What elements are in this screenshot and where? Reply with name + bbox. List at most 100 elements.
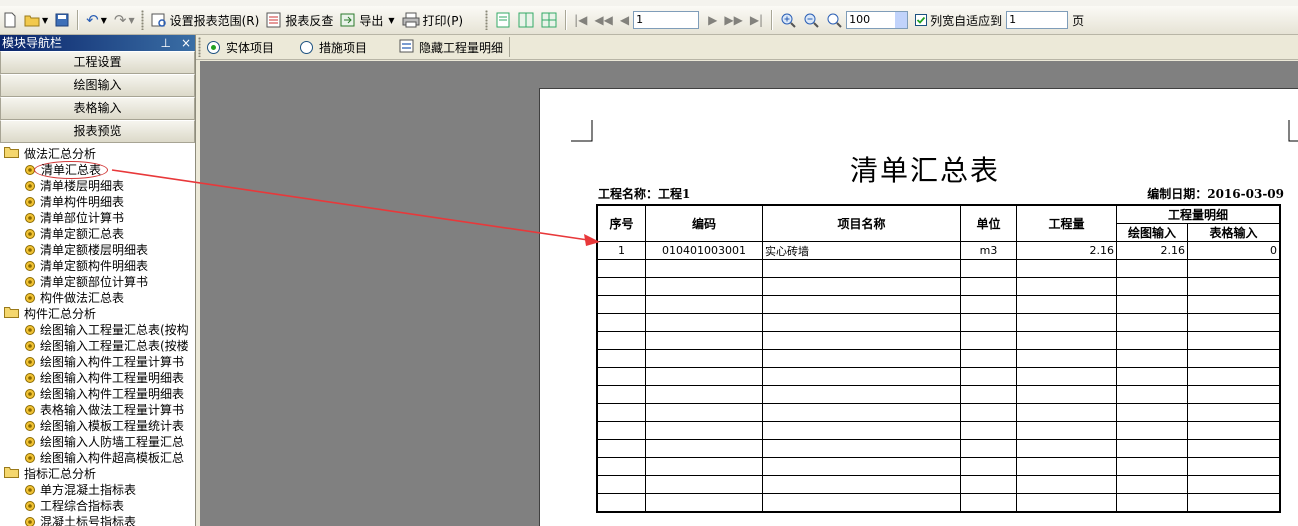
- tree-item[interactable]: 绘图输入工程量汇总表(按构: [0, 322, 195, 338]
- cell-code: [645, 259, 763, 278]
- printer-icon: [402, 12, 420, 28]
- save-button[interactable]: [52, 9, 72, 31]
- tree-item[interactable]: 清单定额汇总表: [0, 226, 195, 242]
- print-button[interactable]: 打印(P): [399, 9, 467, 31]
- report-item-icon: [24, 516, 36, 526]
- zoom-out-button[interactable]: [800, 9, 822, 31]
- tree-item[interactable]: 构件做法汇总表: [0, 290, 195, 306]
- set-range-label: 设置报表范围(R): [169, 13, 260, 28]
- set-range-button[interactable]: 设置报表范围(R): [148, 9, 263, 31]
- cell-name: [762, 385, 961, 404]
- folder-icon: [4, 466, 19, 482]
- undo-button[interactable]: ↶ ▼: [83, 9, 110, 31]
- measure-items-radio[interactable]: 措施项目: [300, 39, 367, 56]
- tree-item[interactable]: 绘图输入构件工程量明细表: [0, 370, 195, 386]
- single-page-button[interactable]: [492, 9, 514, 31]
- table-row: [596, 403, 1281, 422]
- tree-item[interactable]: 绘图输入人防墙工程量汇总: [0, 434, 195, 450]
- toolbar-grip[interactable]: [485, 10, 489, 30]
- hide-detail-icon: [399, 38, 415, 57]
- tree-item[interactable]: 清单定额构件明细表: [0, 258, 195, 274]
- fit-column-label: 列宽自适应到: [930, 13, 1003, 28]
- tree-item[interactable]: 清单汇总表: [0, 161, 195, 179]
- report-tree: 做法汇总分析 清单汇总表 清单楼层明细表 清单构件明细表 清单部位计算书 清单定额汇总表清…: [0, 143, 195, 526]
- nav-drawing-input[interactable]: 绘图输入: [0, 74, 195, 97]
- nav-title-bar: 模块导航栏 ⊥ ×: [0, 35, 195, 51]
- chevron-down-icon[interactable]: [895, 12, 908, 28]
- tree-item[interactable]: 绘图输入模板工程量统计表: [0, 418, 195, 434]
- tree-folder[interactable]: 做法汇总分析: [0, 146, 195, 162]
- tree-item[interactable]: 单方混凝土指标表: [0, 482, 195, 498]
- cell-code: [645, 313, 763, 332]
- header-code: 编码: [645, 204, 763, 242]
- page-number-input[interactable]: 1: [633, 11, 700, 29]
- zoom-button[interactable]: [823, 9, 845, 31]
- tree-item[interactable]: 清单定额部位计算书: [0, 274, 195, 290]
- header-name: 项目名称: [762, 204, 961, 242]
- cell-qty: [1016, 331, 1117, 350]
- cell-seq: [596, 457, 646, 476]
- cell-qty: [1016, 403, 1117, 422]
- range-icon: [151, 12, 167, 28]
- zoom-select[interactable]: 100: [846, 11, 909, 29]
- cell-code: 010401003001: [645, 241, 763, 260]
- next-fast-button[interactable]: ▶▶: [721, 9, 745, 31]
- hide-detail-button[interactable]: 隐藏工程量明细: [399, 38, 503, 57]
- fit-column-checkbox[interactable]: 列宽自适应到: [912, 9, 1005, 31]
- cell-draw-input: [1116, 277, 1188, 296]
- cell-table-input: [1187, 403, 1281, 422]
- cell-draw-input: [1116, 259, 1188, 278]
- redo-button[interactable]: ↷ ▼: [111, 9, 138, 31]
- tree-item[interactable]: 绘图输入构件超高模板汇总: [0, 450, 195, 466]
- nav-table-input[interactable]: 表格输入: [0, 97, 195, 120]
- tree-item[interactable]: 表格输入做法工程量计算书: [0, 402, 195, 418]
- prev-fast-button[interactable]: ◀◀: [591, 9, 615, 31]
- cell-qty: 2.16: [1016, 241, 1117, 260]
- tree-item[interactable]: 绘图输入构件工程量明细表: [0, 386, 195, 402]
- cell-seq: [596, 331, 646, 350]
- cell-qty: [1016, 475, 1117, 494]
- next-page-button[interactable]: ▶: [705, 9, 720, 31]
- reverse-check-button[interactable]: 报表反查: [263, 9, 336, 31]
- tree-item[interactable]: 绘图输入构件工程量计算书: [0, 354, 195, 370]
- measure-items-label: 措施项目: [319, 40, 368, 55]
- tree-folder[interactable]: 指标汇总分析: [0, 466, 195, 482]
- header-seq: 序号: [596, 204, 646, 242]
- fit-pages-input[interactable]: 1: [1006, 11, 1069, 29]
- tree-folder[interactable]: 构件汇总分析: [0, 306, 195, 322]
- report-preview-area[interactable]: 清单汇总表 工程名称：工程1 编制日期：2016-03-09 序号 编码 项目名…: [200, 61, 1298, 526]
- multi-page-button[interactable]: [538, 9, 560, 31]
- report-item-icon: [24, 212, 36, 224]
- prev-page-button[interactable]: ◀: [617, 9, 632, 31]
- pin-icon[interactable]: ⊥: [160, 35, 170, 51]
- tree-item[interactable]: 清单楼层明细表: [0, 178, 195, 194]
- nav-project-settings[interactable]: 工程设置: [0, 51, 195, 74]
- tree-item[interactable]: 清单构件明细表: [0, 194, 195, 210]
- first-page-button[interactable]: |◀: [571, 9, 590, 31]
- tree-item[interactable]: 混凝土标号指标表: [0, 514, 195, 526]
- report-item-icon: [24, 180, 36, 192]
- nav-report-preview[interactable]: 报表预览: [0, 120, 195, 143]
- two-page-button[interactable]: [515, 9, 537, 31]
- tree-item[interactable]: 清单部位计算书: [0, 210, 195, 226]
- zoom-in-button[interactable]: [777, 9, 799, 31]
- new-button[interactable]: [0, 9, 20, 31]
- close-icon[interactable]: ×: [181, 35, 191, 51]
- zoom-out-icon: [803, 12, 819, 28]
- toolbar-grip[interactable]: [140, 10, 144, 30]
- export-button[interactable]: 导出 ▼: [337, 9, 397, 31]
- solid-items-radio[interactable]: 实体项目: [207, 39, 274, 56]
- open-button[interactable]: ▼: [21, 9, 51, 31]
- cell-name: [762, 421, 961, 440]
- tree-item[interactable]: 绘图输入工程量汇总表(按楼: [0, 338, 195, 354]
- cell-unit: [960, 493, 1017, 513]
- cell-name: [762, 331, 961, 350]
- tree-item[interactable]: 工程综合指标表: [0, 498, 195, 514]
- toolbar-grip[interactable]: [198, 37, 201, 57]
- cell-draw-input: [1116, 295, 1188, 314]
- last-page-button[interactable]: ▶|: [747, 9, 766, 31]
- tree-item-label: 清单构件明细表: [40, 195, 125, 209]
- tree-item[interactable]: 清单定额楼层明细表: [0, 242, 195, 258]
- cell-draw-input: [1116, 385, 1188, 404]
- report-item-icon: [24, 356, 36, 368]
